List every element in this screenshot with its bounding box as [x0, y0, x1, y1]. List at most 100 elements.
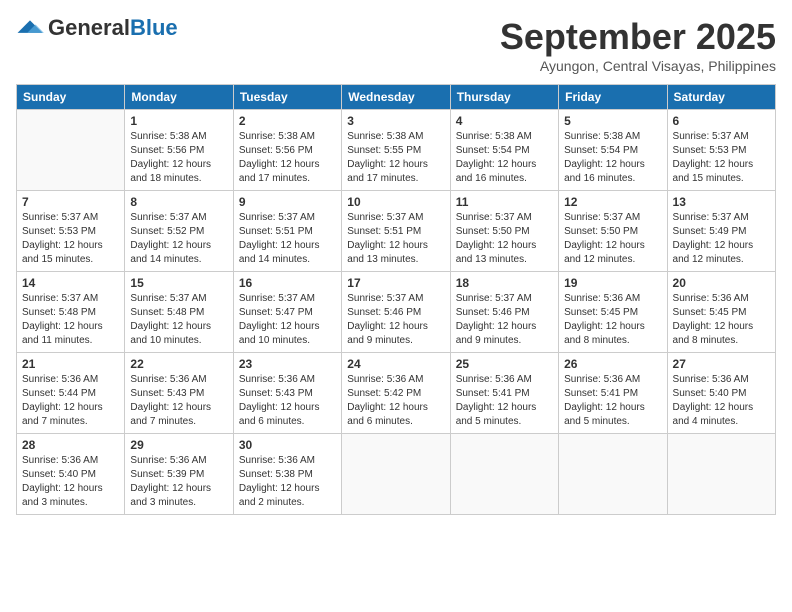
- calendar-cell: 14Sunrise: 5:37 AM Sunset: 5:48 PM Dayli…: [17, 272, 125, 353]
- day-info: Sunrise: 5:37 AM Sunset: 5:50 PM Dayligh…: [564, 211, 661, 267]
- day-number: 10: [347, 195, 444, 209]
- calendar-cell: 7 Sunrise: 5:37 AM Sunset: 5:53 PM Daylig…: [17, 191, 125, 272]
- day-info: Sunrise: 5:37 AM Sunset: 5:48 PM Dayligh…: [130, 292, 227, 348]
- day-number: 5: [564, 114, 661, 128]
- day-number: 29: [130, 438, 227, 452]
- location: Ayungon, Central Visayas, Philippines: [500, 58, 776, 74]
- day-number: 30: [239, 438, 336, 452]
- day-info: Sunrise: 5:36 AM Sunset: 5:38 PM Dayligh…: [239, 454, 336, 510]
- day-number: 8: [130, 195, 227, 209]
- day-info: Sunrise: 5:38 AM Sunset: 5:55 PM Dayligh…: [347, 130, 444, 186]
- calendar-cell: 20 Sunrise: 5:36 AM Sunset: 5:45 PM Dayli…: [667, 272, 775, 353]
- calendar-cell: 13 Sunrise: 5:37 AM Sunset: 5:49 PM Dayli…: [667, 191, 775, 272]
- calendar-cell: [667, 434, 775, 515]
- day-number: 21: [22, 357, 119, 371]
- logo-blue: Blue: [130, 15, 178, 40]
- calendar-week-row: 7 Sunrise: 5:37 AM Sunset: 5:53 PM Daylig…: [17, 191, 776, 272]
- day-info: Sunrise: 5:36 AM Sunset: 5:40 PM Dayligh…: [22, 454, 119, 510]
- day-info: Sunrise: 5:37 AM Sunset: 5:50 PM Dayligh…: [456, 211, 553, 267]
- logo-text: GeneralBlue: [48, 16, 178, 40]
- logo-icon: [16, 19, 44, 37]
- calendar-cell: 29 Sunrise: 5:36 AM Sunset: 5:39 PM Dayli…: [125, 434, 233, 515]
- day-info: Sunrise: 5:37 AM Sunset: 5:51 PM Dayligh…: [347, 211, 444, 267]
- day-number: 7: [22, 195, 119, 209]
- page-header: GeneralBlue September 2025 Ayungon, Cent…: [16, 16, 776, 74]
- weekday-header: Sunday: [17, 85, 125, 110]
- calendar-cell: 12 Sunrise: 5:37 AM Sunset: 5:50 PM Dayli…: [559, 191, 667, 272]
- day-info: Sunrise: 5:36 AM Sunset: 5:45 PM Dayligh…: [673, 292, 770, 348]
- weekday-header: Saturday: [667, 85, 775, 110]
- day-number: 18: [456, 276, 553, 290]
- calendar-cell: 8 Sunrise: 5:37 AM Sunset: 5:52 PM Daylig…: [125, 191, 233, 272]
- title-area: September 2025 Ayungon, Central Visayas,…: [500, 16, 776, 74]
- day-info: Sunrise: 5:37 AM Sunset: 5:46 PM Dayligh…: [347, 292, 444, 348]
- day-info: Sunrise: 5:37 AM Sunset: 5:53 PM Dayligh…: [673, 130, 770, 186]
- calendar-cell: 4Sunrise: 5:38 AM Sunset: 5:54 PM Daylig…: [450, 110, 558, 191]
- calendar-cell: 5 Sunrise: 5:38 AM Sunset: 5:54 PM Daylig…: [559, 110, 667, 191]
- day-number: 1: [130, 114, 227, 128]
- day-info: Sunrise: 5:38 AM Sunset: 5:54 PM Dayligh…: [456, 130, 553, 186]
- calendar-cell: 11Sunrise: 5:37 AM Sunset: 5:50 PM Dayli…: [450, 191, 558, 272]
- day-number: 2: [239, 114, 336, 128]
- day-info: Sunrise: 5:37 AM Sunset: 5:46 PM Dayligh…: [456, 292, 553, 348]
- calendar-cell: 15 Sunrise: 5:37 AM Sunset: 5:48 PM Dayli…: [125, 272, 233, 353]
- day-info: Sunrise: 5:36 AM Sunset: 5:43 PM Dayligh…: [130, 373, 227, 429]
- calendar-cell: 22 Sunrise: 5:36 AM Sunset: 5:43 PM Dayli…: [125, 353, 233, 434]
- day-info: Sunrise: 5:36 AM Sunset: 5:45 PM Dayligh…: [564, 292, 661, 348]
- day-number: 26: [564, 357, 661, 371]
- month-title: September 2025: [500, 16, 776, 58]
- day-info: Sunrise: 5:36 AM Sunset: 5:44 PM Dayligh…: [22, 373, 119, 429]
- logo: GeneralBlue: [16, 16, 178, 40]
- day-number: 17: [347, 276, 444, 290]
- calendar-week-row: 28 Sunrise: 5:36 AM Sunset: 5:40 PM Dayli…: [17, 434, 776, 515]
- calendar-cell: 24 Sunrise: 5:36 AM Sunset: 5:42 PM Dayli…: [342, 353, 450, 434]
- day-number: 24: [347, 357, 444, 371]
- calendar-cell: 17 Sunrise: 5:37 AM Sunset: 5:46 PM Dayli…: [342, 272, 450, 353]
- calendar-cell: 9 Sunrise: 5:37 AM Sunset: 5:51 PM Daylig…: [233, 191, 341, 272]
- day-number: 3: [347, 114, 444, 128]
- calendar-week-row: 21 Sunrise: 5:36 AM Sunset: 5:44 PM Dayli…: [17, 353, 776, 434]
- day-info: Sunrise: 5:37 AM Sunset: 5:53 PM Dayligh…: [22, 211, 119, 267]
- day-number: 15: [130, 276, 227, 290]
- day-number: 9: [239, 195, 336, 209]
- day-info: Sunrise: 5:37 AM Sunset: 5:47 PM Dayligh…: [239, 292, 336, 348]
- day-info: Sunrise: 5:36 AM Sunset: 5:42 PM Dayligh…: [347, 373, 444, 429]
- day-info: Sunrise: 5:38 AM Sunset: 5:56 PM Dayligh…: [239, 130, 336, 186]
- calendar-cell: 25Sunrise: 5:36 AM Sunset: 5:41 PM Dayli…: [450, 353, 558, 434]
- day-info: Sunrise: 5:37 AM Sunset: 5:51 PM Dayligh…: [239, 211, 336, 267]
- calendar-cell: [450, 434, 558, 515]
- day-number: 13: [673, 195, 770, 209]
- calendar-header-row: SundayMondayTuesdayWednesdayThursdayFrid…: [17, 85, 776, 110]
- calendar-cell: 30 Sunrise: 5:36 AM Sunset: 5:38 PM Dayli…: [233, 434, 341, 515]
- day-number: 22: [130, 357, 227, 371]
- day-info: Sunrise: 5:37 AM Sunset: 5:52 PM Dayligh…: [130, 211, 227, 267]
- day-number: 28: [22, 438, 119, 452]
- day-number: 16: [239, 276, 336, 290]
- calendar-table: SundayMondayTuesdayWednesdayThursdayFrid…: [16, 84, 776, 515]
- weekday-header: Thursday: [450, 85, 558, 110]
- day-number: 12: [564, 195, 661, 209]
- calendar-cell: 18 Sunrise: 5:37 AM Sunset: 5:46 PM Dayli…: [450, 272, 558, 353]
- calendar-week-row: 1 Sunrise: 5:38 AM Sunset: 5:56 PM Daylig…: [17, 110, 776, 191]
- day-info: Sunrise: 5:36 AM Sunset: 5:40 PM Dayligh…: [673, 373, 770, 429]
- calendar-cell: 26 Sunrise: 5:36 AM Sunset: 5:41 PM Dayli…: [559, 353, 667, 434]
- day-info: Sunrise: 5:37 AM Sunset: 5:49 PM Dayligh…: [673, 211, 770, 267]
- day-info: Sunrise: 5:36 AM Sunset: 5:41 PM Dayligh…: [564, 373, 661, 429]
- day-number: 27: [673, 357, 770, 371]
- day-info: Sunrise: 5:37 AM Sunset: 5:48 PM Dayligh…: [22, 292, 119, 348]
- day-number: 19: [564, 276, 661, 290]
- calendar-cell: 10 Sunrise: 5:37 AM Sunset: 5:51 PM Dayli…: [342, 191, 450, 272]
- day-info: Sunrise: 5:36 AM Sunset: 5:39 PM Dayligh…: [130, 454, 227, 510]
- day-info: Sunrise: 5:38 AM Sunset: 5:54 PM Dayligh…: [564, 130, 661, 186]
- day-number: 25: [456, 357, 553, 371]
- weekday-header: Tuesday: [233, 85, 341, 110]
- logo-general: General: [48, 15, 130, 40]
- calendar-cell: [559, 434, 667, 515]
- day-number: 23: [239, 357, 336, 371]
- weekday-header: Monday: [125, 85, 233, 110]
- day-number: 20: [673, 276, 770, 290]
- calendar-cell: 27 Sunrise: 5:36 AM Sunset: 5:40 PM Dayli…: [667, 353, 775, 434]
- calendar-cell: [342, 434, 450, 515]
- weekday-header: Friday: [559, 85, 667, 110]
- calendar-cell: 1Sunrise: 5:38 AM Sunset: 5:56 PM Daylig…: [125, 110, 233, 191]
